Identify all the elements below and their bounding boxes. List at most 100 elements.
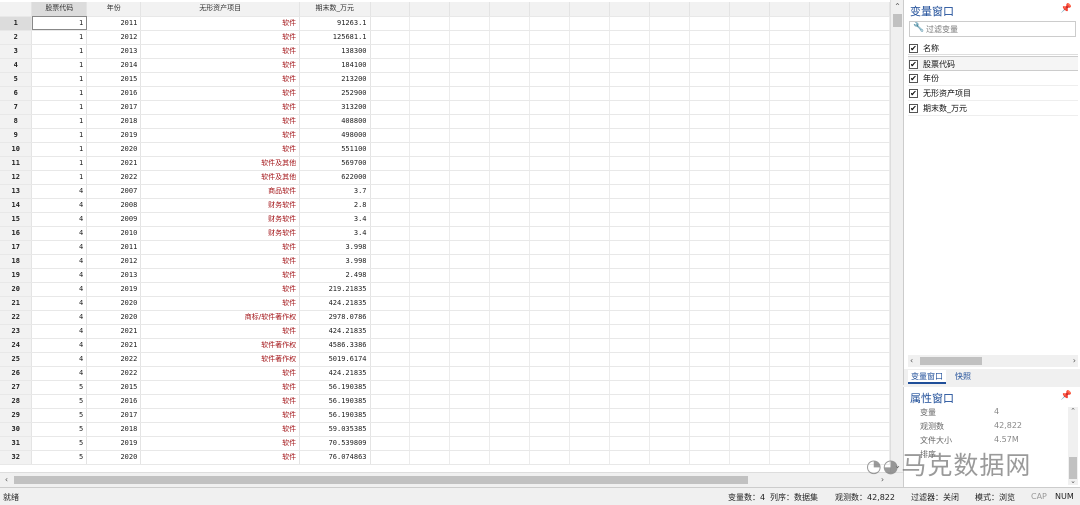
- cell-asset-item[interactable]: 软件: [140, 268, 301, 283]
- cell-stock-code[interactable]: 4: [31, 366, 88, 381]
- empty-cell[interactable]: [569, 380, 611, 395]
- empty-cell[interactable]: [569, 282, 611, 297]
- cell-amount[interactable]: 3.4: [299, 212, 371, 227]
- empty-cell[interactable]: [689, 198, 731, 213]
- empty-cell[interactable]: [370, 254, 411, 269]
- empty-cell[interactable]: [609, 436, 651, 451]
- empty-cell[interactable]: [729, 142, 771, 157]
- empty-cell[interactable]: [609, 352, 651, 367]
- empty-cell[interactable]: [729, 114, 771, 129]
- empty-cell[interactable]: [449, 58, 491, 73]
- cell-year[interactable]: 2019: [86, 436, 142, 451]
- empty-cell[interactable]: [809, 30, 850, 45]
- empty-cell[interactable]: [729, 310, 771, 325]
- empty-cell[interactable]: [529, 44, 571, 59]
- empty-cell[interactable]: [729, 366, 771, 381]
- empty-cell[interactable]: [809, 44, 850, 59]
- empty-column-header[interactable]: [569, 2, 611, 17]
- empty-cell[interactable]: [849, 394, 890, 409]
- empty-cell[interactable]: [809, 380, 850, 395]
- empty-cell[interactable]: [649, 198, 691, 213]
- empty-cell[interactable]: [809, 310, 850, 325]
- empty-cell[interactable]: [489, 436, 531, 451]
- empty-cell[interactable]: [849, 226, 890, 241]
- empty-cell[interactable]: [729, 268, 771, 283]
- empty-cell[interactable]: [449, 212, 491, 227]
- row-number[interactable]: 7: [0, 100, 33, 115]
- row-number[interactable]: 23: [0, 324, 33, 339]
- empty-cell[interactable]: [769, 30, 810, 45]
- empty-cell[interactable]: [529, 394, 571, 409]
- scroll-up-icon[interactable]: ⌃: [891, 0, 903, 13]
- empty-cell[interactable]: [449, 30, 491, 45]
- empty-cell[interactable]: [729, 44, 771, 59]
- empty-cell[interactable]: [609, 338, 651, 353]
- cell-stock-code[interactable]: 5: [31, 394, 88, 409]
- empty-cell[interactable]: [449, 184, 491, 199]
- empty-cell[interactable]: [449, 366, 491, 381]
- empty-cell[interactable]: [729, 86, 771, 101]
- variable-item[interactable]: ✔ 无形资产项目: [908, 86, 1078, 101]
- empty-cell[interactable]: [609, 212, 651, 227]
- cell-asset-item[interactable]: 软件著作权: [140, 338, 301, 353]
- empty-cell[interactable]: [370, 58, 411, 73]
- empty-cell[interactable]: [409, 72, 451, 87]
- empty-cell[interactable]: [489, 366, 531, 381]
- empty-cell[interactable]: [609, 44, 651, 59]
- empty-cell[interactable]: [569, 58, 611, 73]
- empty-cell[interactable]: [769, 156, 810, 171]
- empty-column-header[interactable]: [649, 2, 691, 17]
- empty-cell[interactable]: [689, 436, 731, 451]
- scrollbar-thumb[interactable]: [1069, 457, 1077, 479]
- cell-stock-code[interactable]: 4: [31, 338, 88, 353]
- empty-cell[interactable]: [529, 422, 571, 437]
- empty-cell[interactable]: [409, 338, 451, 353]
- empty-cell[interactable]: [609, 394, 651, 409]
- empty-cell[interactable]: [689, 86, 731, 101]
- empty-cell[interactable]: [769, 366, 810, 381]
- cell-stock-code[interactable]: 4: [31, 324, 88, 339]
- empty-cell[interactable]: [849, 366, 890, 381]
- empty-cell[interactable]: [769, 86, 810, 101]
- empty-cell[interactable]: [489, 156, 531, 171]
- empty-column-header[interactable]: [529, 2, 571, 17]
- cell-amount[interactable]: 56.190385: [299, 380, 371, 395]
- cell-amount[interactable]: 551100: [299, 142, 371, 157]
- row-number[interactable]: 27: [0, 380, 33, 395]
- empty-cell[interactable]: [409, 268, 451, 283]
- select-all-checkbox[interactable]: ✔: [909, 44, 918, 53]
- empty-cell[interactable]: [449, 450, 491, 465]
- empty-cell[interactable]: [729, 352, 771, 367]
- empty-cell[interactable]: [649, 408, 691, 423]
- empty-cell[interactable]: [849, 198, 890, 213]
- empty-cell[interactable]: [489, 408, 531, 423]
- cell-year[interactable]: 2018: [86, 422, 142, 437]
- cell-year[interactable]: 2010: [86, 226, 142, 241]
- grid-horizontal-scrollbar[interactable]: ‹ ›: [0, 472, 903, 487]
- empty-cell[interactable]: [649, 310, 691, 325]
- empty-cell[interactable]: [409, 16, 451, 31]
- empty-cell[interactable]: [370, 380, 411, 395]
- empty-cell[interactable]: [489, 338, 531, 353]
- empty-cell[interactable]: [529, 86, 571, 101]
- empty-cell[interactable]: [489, 30, 531, 45]
- empty-cell[interactable]: [409, 212, 451, 227]
- empty-cell[interactable]: [649, 100, 691, 115]
- empty-cell[interactable]: [649, 268, 691, 283]
- empty-cell[interactable]: [409, 58, 451, 73]
- empty-cell[interactable]: [649, 450, 691, 465]
- row-number[interactable]: 17: [0, 240, 33, 255]
- empty-cell[interactable]: [849, 170, 890, 185]
- variables-header[interactable]: ✔ 名称: [908, 41, 1078, 55]
- empty-cell[interactable]: [849, 100, 890, 115]
- properties-vertical-scrollbar[interactable]: ⌃ ⌄: [1068, 407, 1078, 485]
- variable-checkbox[interactable]: ✔: [909, 60, 918, 69]
- empty-cell[interactable]: [529, 58, 571, 73]
- empty-column-header[interactable]: [809, 2, 850, 17]
- cell-stock-code[interactable]: 4: [31, 254, 88, 269]
- empty-cell[interactable]: [849, 282, 890, 297]
- empty-column-header[interactable]: [849, 2, 890, 17]
- empty-cell[interactable]: [729, 422, 771, 437]
- empty-cell[interactable]: [649, 44, 691, 59]
- empty-cell[interactable]: [729, 338, 771, 353]
